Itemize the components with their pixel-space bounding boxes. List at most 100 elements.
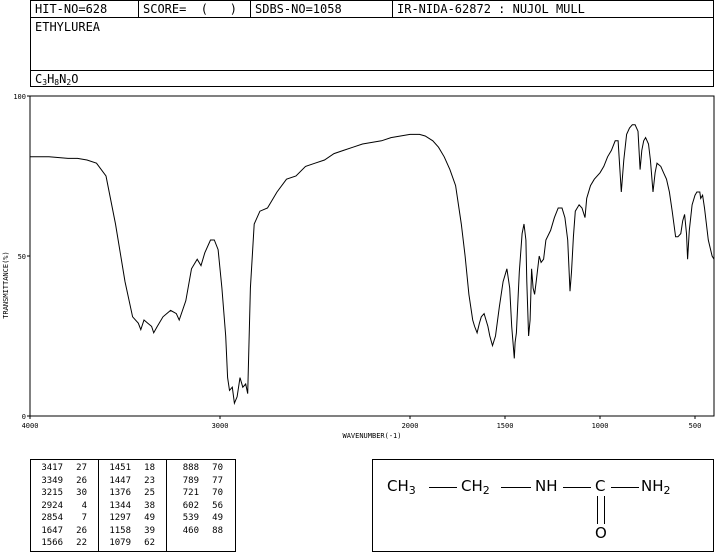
peak-column-3: 888 70 789 77 721 70 602 56 539 49 460 88 (167, 460, 235, 551)
peak-transmittance: 39 (144, 525, 155, 536)
peak-transmittance: 27 (76, 463, 87, 473)
peak-wavenumber: 2854 (41, 513, 63, 523)
bond-c-o-right (604, 496, 605, 524)
peak-wavenumber: 789 (182, 475, 199, 486)
bond-c-o-left (597, 496, 598, 524)
peak-transmittance: 23 (144, 475, 155, 486)
peak-transmittance: 49 (212, 513, 223, 523)
atom-nh2-subscript: 2 (663, 484, 671, 497)
peak-transmittance: 26 (76, 475, 87, 486)
atom-nh: NH (535, 477, 558, 495)
peak-row: 1158 39 (99, 525, 166, 538)
x-tick-label: 2000 (402, 422, 419, 430)
score-field: SCORE= ( ) (139, 1, 251, 17)
peak-row: 602 56 (167, 500, 235, 513)
peak-transmittance: 77 (212, 475, 223, 486)
header-info-row: HIT-NO=628 SCORE= ( ) SDBS-NO=1058 IR-NI… (31, 1, 713, 18)
ir-nida-number: IR-NIDA-62872 : NUJOL MULL (397, 2, 585, 16)
y-axis-label: TRANSMITTANCE(%) (2, 251, 10, 318)
atom-ch3-label: CH (387, 477, 409, 495)
formula-element-o: O (71, 72, 79, 86)
ir-spectrum-chart: 0 50 100 4000 3000 2000 1500 1000 500 TRANSMITT… (2, 93, 715, 440)
peak-row: 721 70 (167, 487, 235, 500)
peak-row: 3215 30 (31, 487, 98, 500)
peak-wavenumber: 2924 (41, 500, 63, 511)
x-tick-label: 1000 (592, 422, 609, 430)
atom-ch3-subscript: 3 (408, 484, 416, 497)
atom-ch2-subscript: 2 (482, 484, 490, 497)
peak-row: 1376 25 (99, 487, 166, 500)
peak-transmittance: 4 (81, 500, 87, 511)
peak-wavenumber: 1297 (109, 513, 131, 523)
peak-row: 460 88 (167, 525, 235, 538)
peak-transmittance: 22 (76, 538, 87, 548)
plot-frame (29, 95, 715, 417)
bond-c-nh2 (611, 487, 639, 488)
peak-wavenumber: 1647 (41, 525, 63, 536)
peak-row: 1297 49 (99, 512, 166, 525)
atom-nh2: NH2 (641, 478, 671, 499)
peak-row: 1447 23 (99, 475, 166, 488)
peak-transmittance: 26 (76, 525, 87, 536)
peak-column-1: 3417 27 3349 26 3215 30 2924 4 2854 7 1647 26 1566 22 (31, 460, 99, 551)
peak-row: 3349 26 (31, 475, 98, 488)
transmittance-series-line (30, 124, 715, 406)
hit-number: HIT-NO=628 (31, 1, 139, 17)
peak-wavenumber: 3215 (41, 488, 63, 498)
peak-row: 789 77 (167, 475, 235, 488)
molecular-formula: C3H8N2O (31, 70, 713, 87)
peak-row: 1451 18 (99, 462, 166, 475)
compound-name: ETHYLUREA (35, 20, 101, 34)
peak-transmittance: 18 (144, 463, 155, 473)
peak-wavenumber: 888 (182, 463, 199, 473)
peak-column-2: 1451 18 1447 23 1376 25 1344 38 1297 49 1158 39 1079… (99, 460, 167, 551)
peak-row: 1566 22 (31, 537, 98, 550)
x-axis: 4000 3000 2000 1500 1000 500 (22, 416, 702, 430)
peak-wavenumber: 460 (182, 525, 199, 536)
peak-row: 1079 62 (99, 537, 166, 550)
peak-wavenumber: 1566 (41, 538, 63, 548)
bond-nh-c (563, 487, 591, 488)
x-axis-label: WAVENUMBER(-1) (342, 432, 401, 440)
peak-wavenumber: 721 (182, 488, 199, 498)
sdbs-number: SDBS-NO=1058 (251, 1, 393, 17)
bond-ch3-ch2 (429, 487, 457, 488)
peak-wavenumber: 602 (182, 500, 199, 511)
x-tick-label: 3000 (212, 422, 229, 430)
peak-transmittance: 88 (212, 525, 223, 536)
peak-wavenumber: 1079 (109, 538, 131, 548)
structure-diagram: CH3 CH2 NH C NH2 O (372, 459, 714, 552)
peak-transmittance: 30 (76, 488, 87, 498)
atom-ch2: CH2 (461, 478, 490, 499)
atom-nh2-label: NH (641, 477, 664, 495)
peak-wavenumber: 1447 (109, 475, 131, 486)
peak-wavenumber: 3349 (41, 475, 63, 486)
peak-row: 1647 26 (31, 525, 98, 538)
bond-ch2-nh (501, 487, 531, 488)
peak-row: 3417 27 (31, 462, 98, 475)
peak-transmittance: 70 (212, 463, 223, 473)
atom-ch2-label: CH (461, 477, 483, 495)
peak-row: 2924 4 (31, 500, 98, 513)
y-axis: 0 50 100 (13, 93, 30, 421)
x-tick-label: 500 (689, 422, 702, 430)
y-tick-label: 100 (13, 93, 26, 101)
peak-wavenumber: 1344 (109, 500, 131, 511)
peak-transmittance: 62 (144, 538, 155, 548)
peak-wavenumber: 1451 (109, 463, 131, 473)
x-tick-label: 4000 (22, 422, 39, 430)
y-tick-label: 50 (18, 253, 26, 261)
peak-wavenumber: 3417 (41, 463, 63, 473)
x-tick-label: 1500 (497, 422, 514, 430)
peak-wavenumber: 1376 (109, 488, 131, 498)
peak-row: 2854 7 (31, 512, 98, 525)
peak-transmittance: 56 (212, 500, 223, 511)
y-tick-label: 0 (22, 413, 26, 421)
spectrum-header: HIT-NO=628 SCORE= ( ) SDBS-NO=1058 IR-NI… (30, 0, 714, 87)
atom-o: O (595, 524, 607, 542)
peak-transmittance: 38 (144, 500, 155, 511)
peak-row: 888 70 (167, 462, 235, 475)
peak-transmittance: 70 (212, 488, 223, 498)
atom-ch3: CH3 (387, 478, 416, 499)
peak-transmittance: 49 (144, 513, 155, 523)
